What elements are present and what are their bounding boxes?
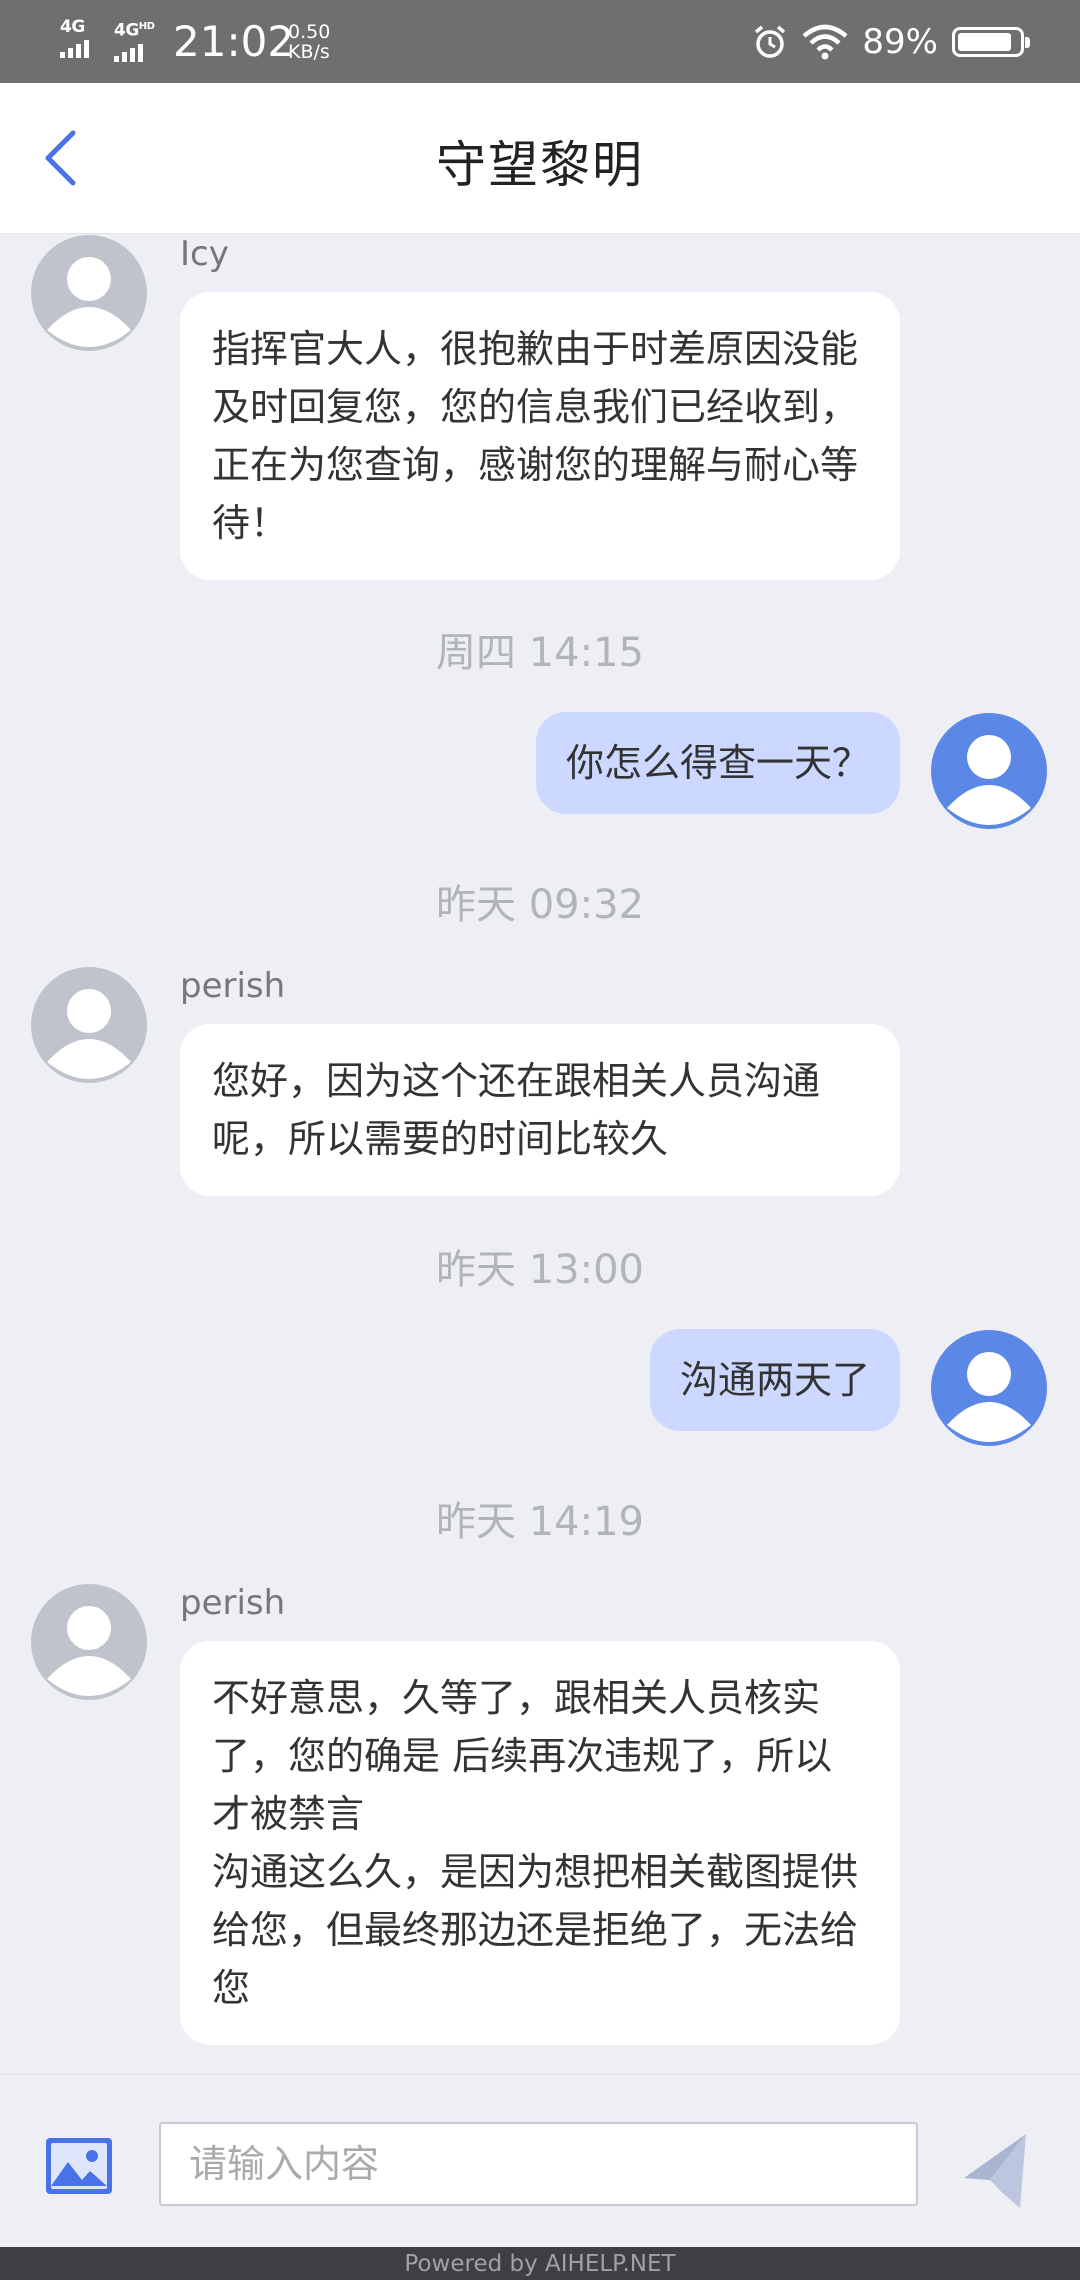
user-avatar <box>930 712 1048 830</box>
send-icon <box>964 2134 1026 2208</box>
message-timestamp: 昨天 09:32 <box>436 882 644 928</box>
network-speed: 0.50 KB/s <box>288 22 330 62</box>
page-title: 守望黎明 <box>436 136 644 194</box>
powered-by-footer: Powered by AIHELP.NET <box>0 2247 1080 2280</box>
incoming-message: 不好意思，久等了，跟相关人员核实了，您的确是 后续再次违规了，所以才被禁言 沟通… <box>180 1641 900 2045</box>
agent-avatar <box>30 966 148 1084</box>
user-avatar <box>930 1329 1048 1447</box>
outgoing-message: 你怎么得查一天？ <box>535 712 900 814</box>
user-avatar-icon <box>31 235 147 351</box>
network-type-2: 4G <box>114 20 139 41</box>
sender-name: perish <box>180 966 286 1006</box>
status-icons: 89% <box>752 18 1030 66</box>
alarm-icon <box>755 25 786 58</box>
chat-header: 守望黎明 <box>0 83 1080 234</box>
agent-avatar <box>30 1583 148 1701</box>
signal-bars-icon <box>60 38 89 58</box>
wifi-icon <box>802 24 848 60</box>
outgoing-message: 沟通两天了 <box>649 1329 900 1431</box>
user-avatar-icon <box>31 967 147 1083</box>
network-hd-label: HD <box>138 21 155 32</box>
message-input[interactable] <box>159 2122 918 2206</box>
message-timestamp: 昨天 14:19 <box>436 1499 644 1545</box>
signal-2: 4GHD <box>114 18 155 62</box>
message-timestamp: 昨天 13:00 <box>436 1247 644 1293</box>
user-avatar-icon <box>31 1584 147 1700</box>
signal-1: 4G <box>60 18 89 58</box>
incoming-message: 指挥官大人，很抱歉由于时差原因没能及时回复您，您的信息我们已经收到，正在为您查询… <box>180 292 900 580</box>
message-list[interactable]: Icy 指挥官大人，很抱歉由于时差原因没能及时回复您，您的信息我们已经收到，正在… <box>0 234 1080 2074</box>
input-bar <box>0 2074 1080 2247</box>
send-button[interactable] <box>962 2130 1032 2210</box>
status-bar: 4G 4GHD 21:02 0.50 KB/s 89% <box>0 0 1080 83</box>
battery-icon <box>952 27 1030 57</box>
image-icon <box>46 2138 112 2194</box>
sender-name: Icy <box>180 234 229 274</box>
signal-bars-icon <box>114 42 143 62</box>
user-avatar-icon <box>931 1330 1047 1446</box>
sender-name: perish <box>180 1583 286 1623</box>
battery-percent: 89% <box>862 22 938 62</box>
agent-avatar <box>30 234 148 352</box>
speed-unit: KB/s <box>288 41 330 63</box>
network-type-1: 4G <box>60 17 85 37</box>
message-timestamp: 周四 14:15 <box>436 630 644 676</box>
incoming-message: 您好，因为这个还在跟相关人员沟通呢，所以需要的时间比较久 <box>180 1024 900 1196</box>
speed-value: 0.50 <box>288 21 331 43</box>
clock: 21:02 <box>173 17 295 66</box>
attach-image-button[interactable] <box>44 2136 114 2196</box>
user-avatar-icon <box>931 713 1047 829</box>
